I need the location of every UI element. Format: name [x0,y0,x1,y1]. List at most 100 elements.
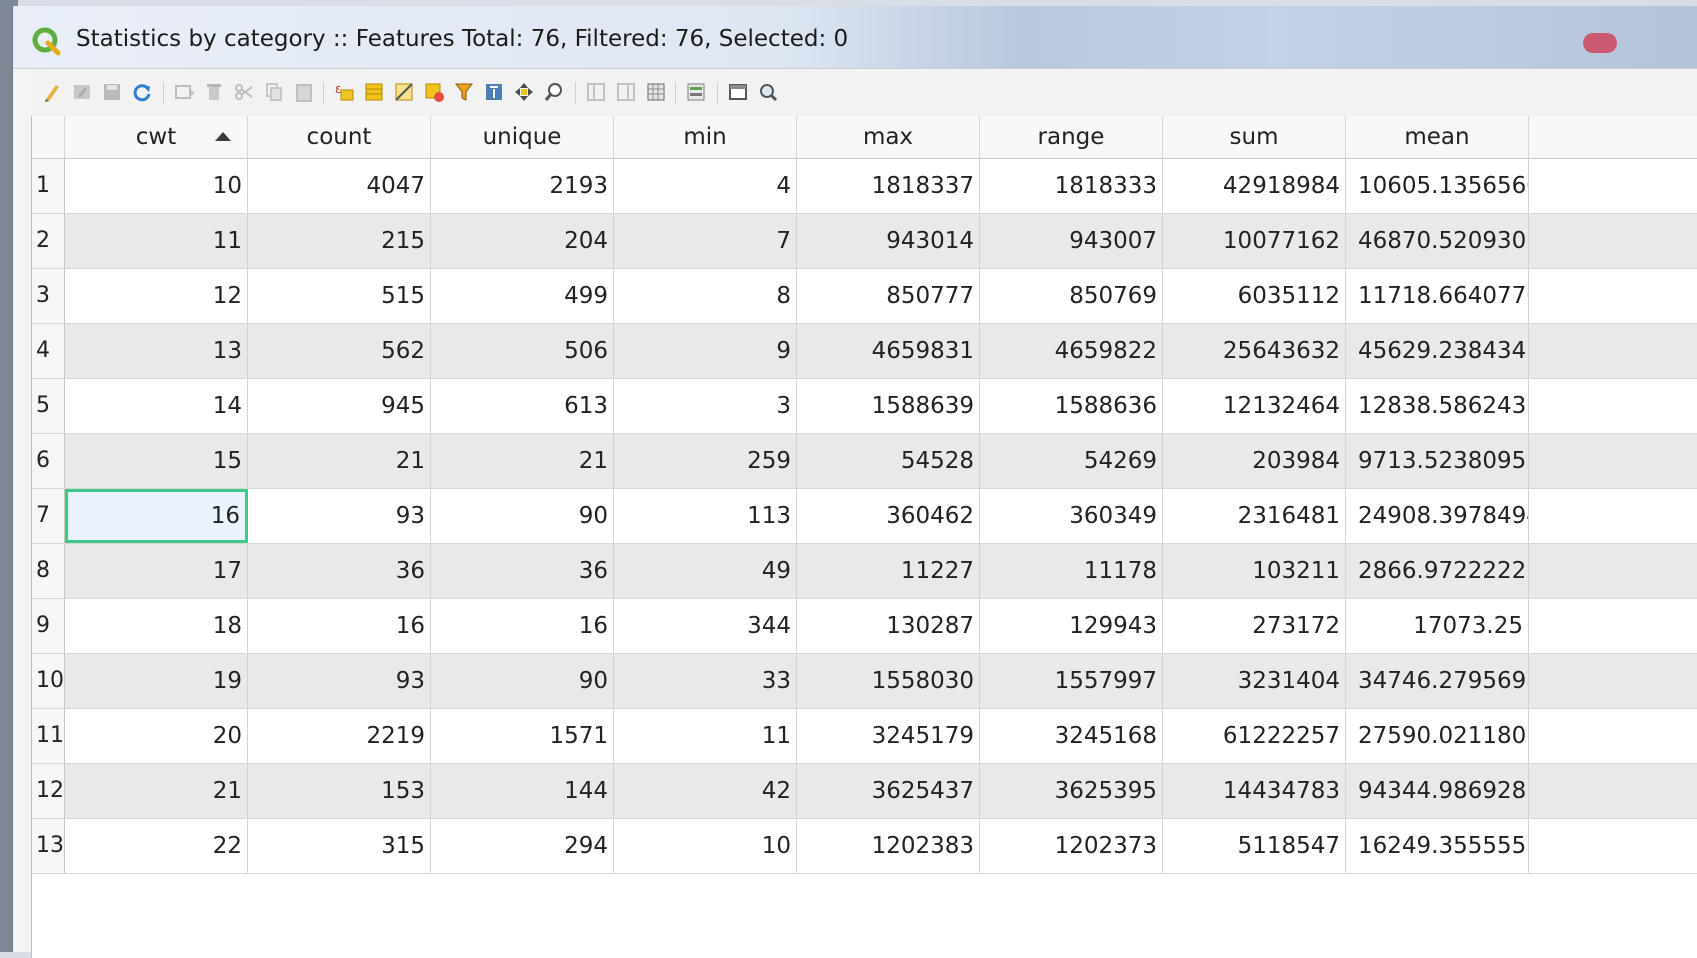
row-number[interactable]: 9 [32,599,65,653]
table-row[interactable]: 10 19 93 90 33 1558030 1557997 3231404 34746.279… [32,654,1697,709]
cell-mean[interactable]: 10605.1356560... [1346,159,1529,213]
cell-cwt[interactable]: 12 [65,269,248,323]
cell-mean[interactable]: 46870.5209302... [1346,214,1529,268]
column-header-range[interactable]: range [980,116,1163,158]
column-header-sum[interactable]: sum [1163,116,1346,158]
row-number[interactable]: 5 [32,379,65,433]
column-header-mean[interactable]: mean [1346,116,1529,158]
cell-count[interactable]: 945 [248,379,431,433]
invert-selection-icon[interactable] [393,81,415,103]
column-header-count[interactable]: count [248,116,431,158]
cell-mean[interactable]: 2866.97222222... [1346,544,1529,598]
cell-min[interactable]: 33 [614,654,797,708]
cell-unique[interactable]: 21 [431,434,614,488]
cell-count[interactable]: 562 [248,324,431,378]
column-header-min[interactable]: min [614,116,797,158]
cell-mean[interactable]: 45629.2384341... [1346,324,1529,378]
table-row[interactable]: 81736364911227111781032112866.97222222..… [32,544,1697,599]
row-number[interactable]: 12 [32,764,65,818]
cell-range[interactable]: 850769 [980,269,1163,323]
cell-mean[interactable]: 17073.25 [1346,599,1529,653]
cell-min[interactable]: 113 [614,489,797,543]
cell-cwt[interactable]: 13 [65,324,248,378]
cell-max[interactable]: 4659831 [797,324,980,378]
column-header-cwt[interactable]: cwt [65,116,248,158]
cell-unique[interactable]: 2193 [431,159,614,213]
cell-sum[interactable]: 5118547 [1163,819,1346,873]
cell-sum[interactable]: 103211 [1163,544,1346,598]
cell-range[interactable]: 11178 [980,544,1163,598]
filter-icon[interactable] [453,81,475,103]
title-bar[interactable]: Statistics by category :: Features Total… [13,6,1697,69]
cell-mean[interactable]: 34746.2795698... [1346,654,1529,708]
cell-count[interactable]: 16 [248,599,431,653]
cell-max[interactable]: 11227 [797,544,980,598]
add-feature-icon[interactable] [173,81,195,103]
cell-unique[interactable]: 499 [431,269,614,323]
delete-field-icon[interactable] [615,81,637,103]
cell-min[interactable]: 9 [614,324,797,378]
cell-unique[interactable]: 144 [431,764,614,818]
cell-cwt[interactable]: 15 [65,434,248,488]
cell-max[interactable]: 1202383 [797,819,980,873]
save-icon[interactable] [101,81,123,103]
cell-range[interactable]: 3625395 [980,764,1163,818]
cell-min[interactable]: 49 [614,544,797,598]
table-row[interactable]: 12 21 153 144 42 3625437 3625395 14434783 94344.… [32,764,1697,819]
cell-sum[interactable]: 273172 [1163,599,1346,653]
cell-mean[interactable]: 12838.5862433... [1346,379,1529,433]
dock-icon[interactable] [727,81,749,103]
cell-count[interactable]: 215 [248,214,431,268]
pan-to-icon[interactable] [513,81,535,103]
cell-cwt[interactable]: 21 [65,764,248,818]
cell-sum[interactable]: 3231404 [1163,654,1346,708]
conditional-format-icon[interactable] [685,81,707,103]
reload-icon[interactable] [131,81,153,103]
cell-max[interactable]: 130287 [797,599,980,653]
cell-min[interactable]: 7 [614,214,797,268]
cell-unique[interactable]: 90 [431,489,614,543]
cell-max[interactable]: 850777 [797,269,980,323]
cell-range[interactable]: 1202373 [980,819,1163,873]
row-number[interactable]: 13 [32,819,65,873]
cut-icon[interactable] [233,81,255,103]
cell-range[interactable]: 4659822 [980,324,1163,378]
zoom-to-icon[interactable] [543,81,565,103]
row-number[interactable]: 8 [32,544,65,598]
column-header-max[interactable]: max [797,116,980,158]
cell-sum[interactable]: 25643632 [1163,324,1346,378]
cell-count[interactable]: 4047 [248,159,431,213]
table-row[interactable]: 4 13 562 506 9 4659831 4659822 25643632 45629.23… [32,324,1697,379]
cell-unique[interactable]: 90 [431,654,614,708]
cell-sum[interactable]: 12132464 [1163,379,1346,433]
table-row[interactable]: 2 11 215 204 7 943014 943007 10077162 46870.5209… [32,214,1697,269]
delete-feature-icon[interactable] [203,81,225,103]
cell-count[interactable]: 515 [248,269,431,323]
cell-range[interactable]: 3245168 [980,709,1163,763]
expression-select-icon[interactable]: ε [333,81,355,103]
cell-max[interactable]: 943014 [797,214,980,268]
cell-sum[interactable]: 2316481 [1163,489,1346,543]
cell-sum[interactable]: 61222257 [1163,709,1346,763]
row-number[interactable]: 11 [32,709,65,763]
copy-icon[interactable] [263,81,285,103]
row-number[interactable]: 10 [32,654,65,708]
cell-unique[interactable]: 36 [431,544,614,598]
cell-cwt[interactable]: 14 [65,379,248,433]
cell-cwt[interactable]: 11 [65,214,248,268]
cell-min[interactable]: 11 [614,709,797,763]
cell-max[interactable]: 54528 [797,434,980,488]
cell-count[interactable]: 315 [248,819,431,873]
cell-cwt[interactable]: 20 [65,709,248,763]
cell-max[interactable]: 3245179 [797,709,980,763]
cell-range[interactable]: 129943 [980,599,1163,653]
cell-count[interactable]: 2219 [248,709,431,763]
cell-range[interactable]: 1588636 [980,379,1163,433]
header-corner[interactable] [32,116,65,158]
cell-cwt[interactable]: 10 [65,159,248,213]
cell-min[interactable]: 10 [614,819,797,873]
cell-count[interactable]: 153 [248,764,431,818]
cell-mean[interactable]: 9713.52380952... [1346,434,1529,488]
cell-sum[interactable]: 10077162 [1163,214,1346,268]
table-row[interactable]: 11 20 2219 1571 11 3245179 3245168 61222257 2759… [32,709,1697,764]
